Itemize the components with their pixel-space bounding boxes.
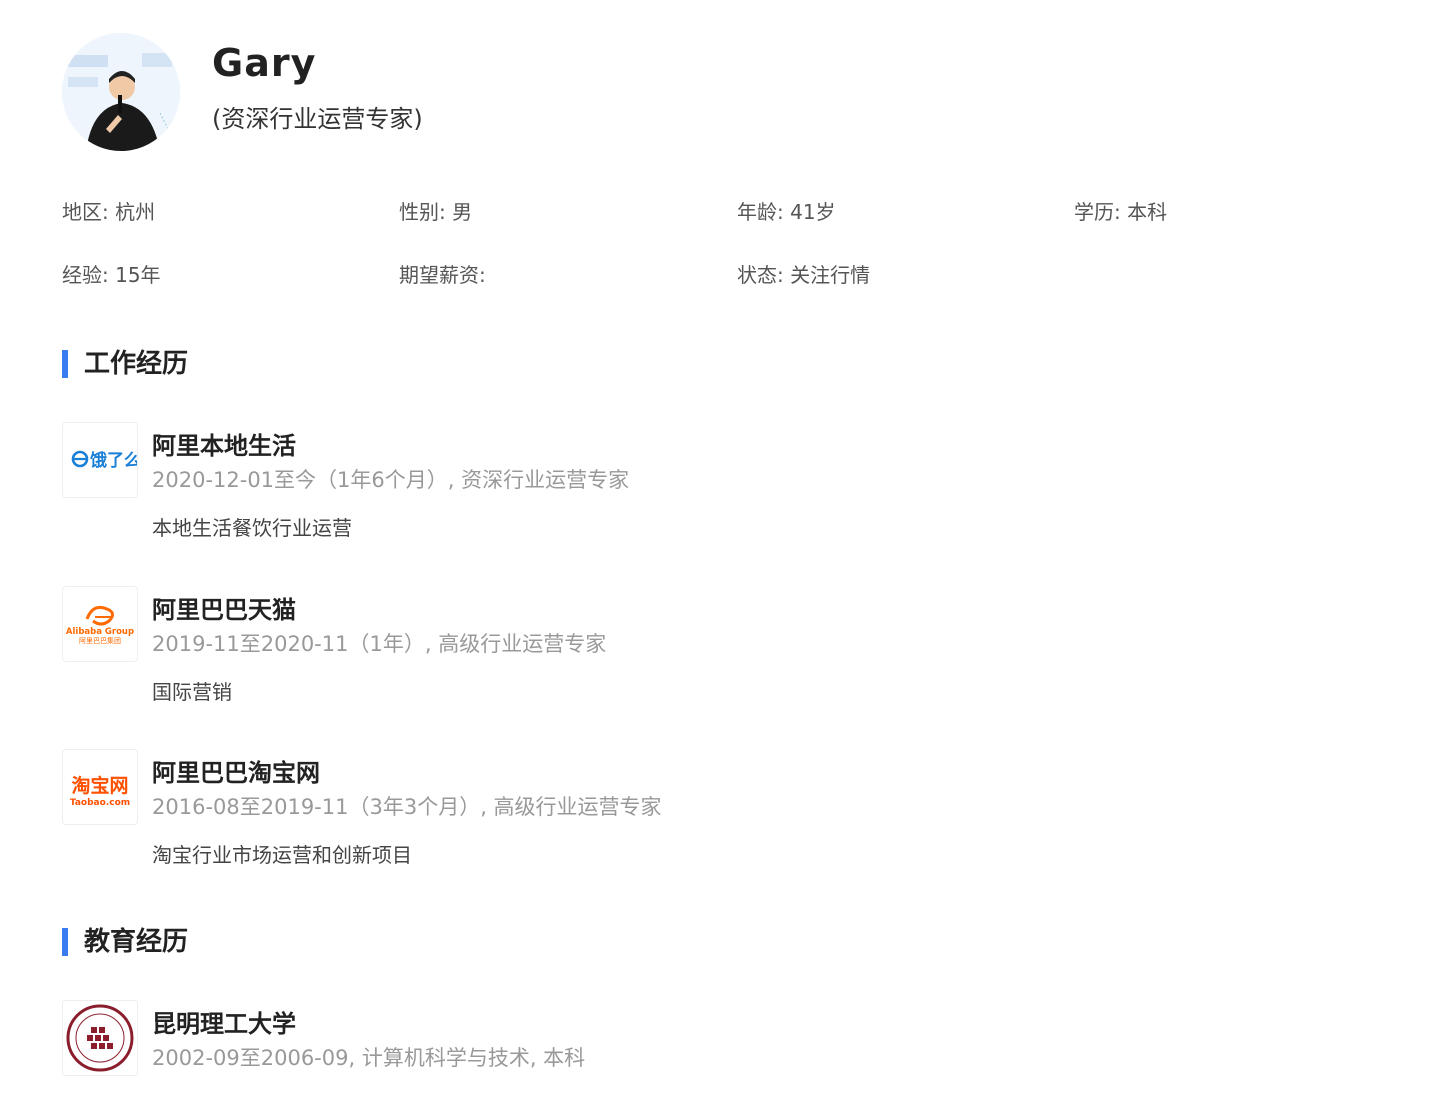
- info-region: 地区: 杭州: [62, 200, 156, 224]
- avatar: [62, 33, 180, 151]
- work-entry[interactable]: Alibaba Group 阿里巴巴集团 阿里巴巴天猫 2019-11至2020…: [62, 586, 1062, 706]
- info-status: 状态: 关注行情: [737, 263, 871, 287]
- taobao-logo-subtext: Taobao.com: [70, 798, 130, 808]
- profile-name: Gary: [212, 41, 317, 85]
- job-period-title: 2019-11至2020-11（1年）, 高级行业运营专家: [152, 632, 607, 656]
- section-accent-bar: [62, 928, 68, 956]
- university-seal-icon: [66, 1004, 134, 1072]
- alibaba-logo-icon: Alibaba Group 阿里巴巴集团: [66, 605, 134, 645]
- profile-header: Gary (资深行业运营专家): [62, 33, 1382, 153]
- section-accent-bar: [62, 350, 68, 378]
- company-name: 阿里本地生活: [152, 432, 296, 460]
- work-section-heading: 工作经历: [62, 348, 188, 380]
- info-gender: 性别: 男: [399, 200, 473, 224]
- work-heading-text: 工作经历: [84, 349, 189, 379]
- company-logo-eleme: 饿了么: [62, 422, 138, 498]
- company-logo-alibaba: Alibaba Group 阿里巴巴集团: [62, 586, 138, 662]
- info-education: 学历: 本科: [1074, 200, 1168, 224]
- education-period-major: 2002-09至2006-09, 计算机科学与技术, 本科: [152, 1046, 586, 1070]
- education-section-heading: 教育经历: [62, 926, 188, 958]
- company-name: 阿里巴巴淘宝网: [152, 759, 320, 787]
- taobao-logo-text: 淘宝网: [71, 774, 128, 797]
- info-age: 年龄: 41岁: [737, 200, 836, 224]
- school-logo: [62, 1000, 138, 1076]
- company-logo-taobao: 淘宝网 Taobao.com: [62, 749, 138, 825]
- job-description: 淘宝行业市场运营和创新项目: [152, 843, 412, 867]
- alibaba-logo-subtext: 阿里巴巴集团: [79, 636, 121, 645]
- info-salary: 期望薪资:: [399, 263, 486, 287]
- eleme-logo-text: 饿了么: [89, 450, 137, 471]
- work-entry[interactable]: 饿了么 阿里本地生活 2020-12-01至今（1年6个月）, 资深行业运营专家…: [62, 422, 1062, 542]
- taobao-logo-icon: 淘宝网 Taobao.com: [70, 774, 130, 808]
- job-description: 国际营销: [152, 680, 232, 704]
- company-name: 阿里巴巴天猫: [152, 596, 296, 624]
- eleme-logo-icon: 饿了么: [71, 450, 137, 471]
- avatar-photo-icon: [62, 33, 180, 151]
- work-entry[interactable]: 淘宝网 Taobao.com 阿里巴巴淘宝网 2016-08至2019-11（3…: [62, 749, 1062, 869]
- education-entry[interactable]: 昆明理工大学 2002-09至2006-09, 计算机科学与技术, 本科: [62, 1000, 1062, 1120]
- school-name: 昆明理工大学: [152, 1010, 296, 1038]
- alibaba-logo-text: Alibaba Group: [66, 627, 134, 637]
- profile-title: (资深行业运营专家): [212, 105, 423, 133]
- job-description: 本地生活餐饮行业运营: [152, 516, 352, 540]
- job-period-title: 2016-08至2019-11（3年3个月）, 高级行业运营专家: [152, 795, 662, 819]
- education-heading-text: 教育经历: [84, 927, 189, 957]
- job-period-title: 2020-12-01至今（1年6个月）, 资深行业运营专家: [152, 468, 630, 492]
- info-experience: 经验: 15年: [62, 263, 161, 287]
